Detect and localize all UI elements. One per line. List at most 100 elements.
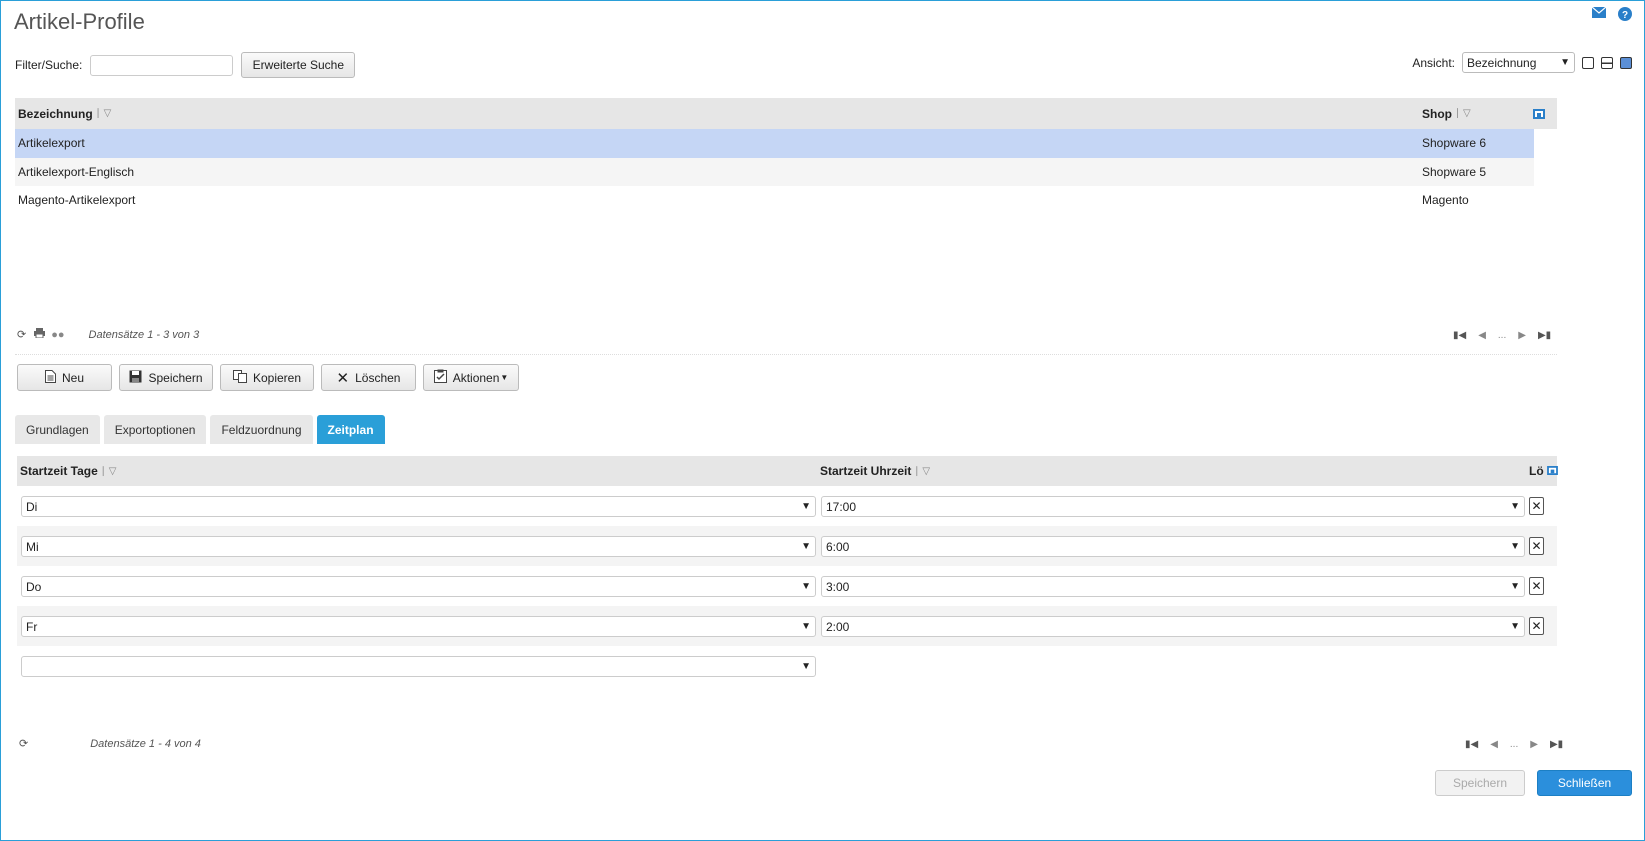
save-button[interactable]: Speichern	[119, 364, 213, 391]
prev-page-icon[interactable]: ◀	[1490, 739, 1498, 750]
close-icon: ✕	[336, 369, 350, 387]
layout-single-icon[interactable]	[1582, 56, 1594, 69]
chevron-down-icon: ▼	[801, 501, 811, 512]
tab-feldzuordnung[interactable]: Feldzuordnung	[210, 415, 313, 444]
grid1-record-count: Datensätze 1 - 3 von 3	[88, 328, 200, 341]
close-icon: ✕	[1531, 539, 1542, 553]
last-page-icon[interactable]: ▶▮	[1538, 330, 1551, 341]
filter-icon[interactable]: ▽	[109, 466, 117, 477]
day-select[interactable]: Di ▼	[21, 496, 816, 517]
advanced-search-button[interactable]: Erweiterte Suche	[241, 52, 356, 78]
table-row: Mi ▼ 6:00 ▼ ✕	[17, 526, 1557, 566]
close-button[interactable]: Schließen	[1537, 770, 1632, 796]
grid2-footer: ⟳ Datensätze 1 - 4 von 4	[19, 737, 201, 751]
tab-zeitplan[interactable]: Zeitplan	[316, 415, 385, 444]
chevron-down-icon: ▼	[1510, 621, 1520, 632]
column-header-shop[interactable]: Shop ∣ ▽	[1422, 107, 1471, 121]
sort-icon[interactable]: ∣	[96, 108, 101, 119]
day-select[interactable]: Mi ▼	[21, 536, 816, 557]
table-row[interactable]: Magento-Artikelexport Magento	[15, 186, 1557, 215]
filter-row: Filter/Suche: Erweiterte Suche	[15, 52, 356, 78]
page-ellipsis[interactable]: ...	[1498, 330, 1506, 341]
sort-icon[interactable]: ∣	[1455, 108, 1460, 119]
column-chooser-icon[interactable]	[1533, 108, 1545, 122]
column-header-name[interactable]: Bezeichnung ∣ ▽	[18, 107, 111, 121]
help-icon[interactable]: ?	[1618, 7, 1632, 21]
time-select[interactable]: 6:00 ▼	[821, 536, 1525, 557]
chevron-down-icon: ▼	[801, 661, 811, 672]
column-header-delete[interactable]: Lö	[1529, 464, 1558, 478]
chevron-down-icon: ▼	[801, 581, 811, 592]
delete-row-button[interactable]: ✕	[1529, 577, 1544, 595]
next-page-icon[interactable]: ▶	[1518, 330, 1526, 341]
schedule-grid: Startzeit Tage ∣ ▽ Startzeit Uhrzeit ∣ ▽…	[17, 456, 1558, 686]
tab-grundlagen[interactable]: Grundlagen	[15, 415, 100, 444]
layout-split-horizontal-icon[interactable]	[1601, 56, 1613, 69]
chevron-down-icon: ▼	[1510, 501, 1520, 512]
table-row: Di ▼ 17:00 ▼ ✕	[17, 486, 1557, 526]
new-button[interactable]: Neu	[17, 364, 112, 391]
filter-icon[interactable]: ▽	[104, 108, 112, 119]
page-ellipsis[interactable]: ...	[1510, 739, 1518, 750]
tab-bar: Grundlagen Exportoptionen Feldzuordnung …	[15, 415, 385, 444]
mail-icon[interactable]	[1592, 7, 1606, 21]
print-icon[interactable]	[34, 328, 46, 341]
refresh-icon[interactable]: ⟳	[17, 328, 26, 341]
time-select[interactable]: 2:00 ▼	[821, 616, 1525, 637]
view-selected-value: Bezeichnung	[1467, 55, 1537, 70]
actions-button[interactable]: Aktionen ▼	[423, 364, 519, 391]
first-page-icon[interactable]: ▮◀	[1465, 739, 1478, 750]
chevron-down-icon: ▼	[801, 541, 811, 552]
day-select[interactable]: Do ▼	[21, 576, 816, 597]
prev-page-icon[interactable]: ◀	[1478, 330, 1486, 341]
last-page-icon[interactable]: ▶▮	[1550, 739, 1563, 750]
table-row: Do ▼ 3:00 ▼ ✕	[17, 566, 1557, 606]
sort-icon[interactable]: ∣	[914, 466, 919, 477]
filter-icon[interactable]: ▽	[1463, 108, 1471, 119]
separator	[15, 354, 1557, 355]
layout-split-vertical-icon[interactable]	[1620, 56, 1632, 69]
delete-row-button[interactable]: ✕	[1529, 497, 1544, 515]
filter-icon[interactable]: ▽	[922, 466, 930, 477]
table-row: Fr ▼ 2:00 ▼ ✕	[17, 606, 1557, 646]
column-header-time[interactable]: Startzeit Uhrzeit ∣ ▽	[820, 464, 930, 478]
table-row[interactable]: Artikelexport Shopware 6	[15, 129, 1534, 158]
tab-exportoptionen[interactable]: Exportoptionen	[103, 415, 207, 444]
view-select[interactable]: Bezeichnung ▼	[1462, 52, 1575, 73]
grid1-footer: ⟳ ●● Datensätze 1 - 3 von 3	[17, 328, 199, 341]
grid1-pager: ▮◀ ◀ ... ▶ ▶▮	[1453, 330, 1551, 341]
window: Artikel-Profile ? Filter/Suche: Erweiter…	[0, 0, 1645, 841]
table-row[interactable]: Artikelexport-Englisch Shopware 5	[15, 157, 1534, 186]
settings-dots-icon[interactable]: ●●	[51, 329, 64, 341]
top-icons: ?	[1592, 7, 1632, 21]
chevron-down-icon: ▼	[1510, 541, 1520, 552]
next-page-icon[interactable]: ▶	[1530, 739, 1538, 750]
time-select[interactable]: 17:00 ▼	[821, 496, 1525, 517]
document-icon	[44, 369, 56, 386]
grid2-pager: ▮◀ ◀ ... ▶ ▶▮	[1465, 739, 1563, 750]
clipboard-icon	[433, 369, 447, 386]
refresh-icon[interactable]: ⟳	[19, 737, 28, 750]
day-select[interactable]: Fr ▼	[21, 616, 816, 637]
time-select[interactable]: 3:00 ▼	[821, 576, 1525, 597]
close-icon: ✕	[1531, 499, 1542, 513]
delete-row-button[interactable]: ✕	[1529, 537, 1544, 555]
delete-button[interactable]: ✕ Löschen	[321, 364, 416, 391]
copy-button[interactable]: Kopieren	[220, 364, 314, 391]
sort-icon[interactable]: ∣	[101, 466, 106, 477]
bottom-save-button[interactable]: Speichern	[1435, 770, 1525, 796]
grid-header: Startzeit Tage ∣ ▽ Startzeit Uhrzeit ∣ ▽…	[17, 456, 1558, 486]
column-chooser-icon[interactable]	[1546, 464, 1558, 478]
first-page-icon[interactable]: ▮◀	[1453, 330, 1466, 341]
column-header-day[interactable]: Startzeit Tage ∣ ▽	[20, 464, 117, 478]
day-select-empty[interactable]: ▼	[21, 656, 816, 677]
copy-icon	[232, 369, 247, 386]
table-row-new: ▼	[17, 646, 1557, 686]
profiles-grid: Bezeichnung ∣ ▽ Shop ∣ ▽ Artikelexport S…	[15, 98, 1557, 215]
delete-row-button[interactable]: ✕	[1529, 617, 1544, 635]
floppy-disk-icon	[129, 370, 142, 386]
search-input[interactable]	[90, 54, 234, 76]
grid2-record-count: Datensätze 1 - 4 von 4	[90, 737, 201, 750]
grid-header: Bezeichnung ∣ ▽ Shop ∣ ▽	[15, 98, 1557, 129]
page-title: Artikel-Profile	[14, 9, 145, 34]
